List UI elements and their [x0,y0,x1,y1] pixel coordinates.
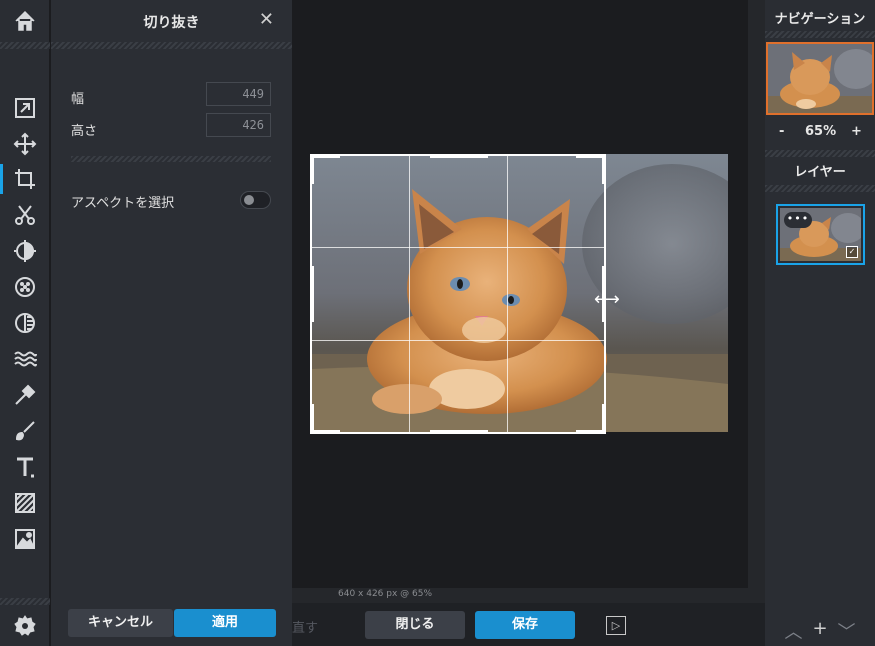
aspect-label: アスペクトを選択 [71,196,175,211]
height-input[interactable]: 426 [206,113,271,137]
zoom-in-button[interactable]: + [851,124,862,139]
crop-handle-tl[interactable] [310,154,340,158]
vertical-scrollbar[interactable] [748,0,765,603]
panel-divider-2 [71,156,271,162]
panel-toggle-icon[interactable]: ▷ [606,616,626,635]
left-toolbar [0,0,50,646]
grid-line [409,156,410,432]
arrange-icon[interactable] [0,91,50,125]
bottom-bar: 直す 閉じる 保存 ▷ [292,603,765,646]
layers-title: レイヤー [794,165,846,180]
chevron-up-icon[interactable]: ︿ [784,618,802,643]
brush-icon[interactable] [0,414,50,448]
layer-menu-icon[interactable]: ••• [784,212,812,228]
resize-cursor-icon: ⟷ [594,289,620,310]
zoom-out-button[interactable]: - [779,124,784,139]
photo-editor: 切り抜き ✕ 幅 449 高さ 426 アスペクトを選択 キャンセル 適用 ⟷ … [0,0,875,646]
layer-thumbnail: ••• ✓ [780,208,861,261]
crop-panel-title: 切り抜き [143,15,200,31]
grid-line [312,340,604,341]
zoom-level: 65% [805,124,837,139]
cancel-button[interactable]: キャンセル [68,609,173,637]
move-icon[interactable] [0,127,50,161]
home-icon[interactable] [0,4,50,38]
close-button[interactable]: 閉じる [365,611,465,639]
crop-handle-br-v[interactable] [602,404,606,434]
crop-panel-header: 切り抜き ✕ [51,0,292,42]
text-icon[interactable] [0,450,50,484]
filter-icon[interactable] [0,270,50,304]
effect-icon[interactable] [0,306,50,340]
settings-icon[interactable] [0,609,50,643]
crop-handle-tr-v[interactable] [602,154,606,184]
navigation-thumbnail[interactable] [766,42,874,115]
crop-handle-top[interactable] [430,154,488,158]
cut-icon[interactable] [0,198,50,232]
layer-item[interactable]: ••• ✓ [776,204,865,265]
crop-frame[interactable] [310,154,606,434]
crop-handle-bottom[interactable] [430,430,488,434]
canvas-status-bar: 640 x 426 px @ 65% [292,588,748,603]
crop-handle-bl-v[interactable] [310,404,314,434]
toolbar-divider [0,42,50,49]
adjust-icon[interactable] [0,234,50,268]
height-label: 高さ [71,124,98,139]
crop-icon[interactable] [0,162,50,196]
layer-actions: ︿ + ﹀ [765,618,875,643]
width-input[interactable]: 449 [206,82,271,106]
zoom-controls: - 65% + [765,124,875,144]
crop-handle-bl[interactable] [310,430,340,434]
toolbar-divider-bottom [0,598,50,605]
apply-button[interactable]: 適用 [174,609,276,637]
aspect-toggle[interactable] [240,191,271,209]
save-button[interactable]: 保存 [475,611,575,639]
crop-handle-left[interactable] [310,266,314,322]
redo-button[interactable]: 直す [292,617,318,636]
width-label: 幅 [71,92,85,107]
toggle-knob [244,195,254,205]
image-icon[interactable] [0,522,50,556]
add-layer-icon[interactable]: + [812,618,827,642]
grid-line [312,247,604,248]
crop-panel: 切り抜き ✕ 幅 449 高さ 426 アスペクトを選択 キャンセル 適用 [51,0,292,646]
image-size-text: 640 x 426 px @ 65% [338,589,433,599]
rpanel-divider-3 [765,185,875,192]
crop-handle-tl-v[interactable] [310,154,314,184]
grid-line [507,156,508,432]
liquify-icon[interactable] [0,342,50,376]
chevron-down-icon[interactable]: ﹀ [838,618,856,643]
close-icon[interactable]: ✕ [259,11,274,29]
rpanel-divider-2 [765,150,875,157]
rpanel-divider [765,31,875,38]
panel-divider [51,42,292,49]
right-panel: ナビゲーション - 65% + レイヤー ••• ✓ ︿ + ﹀ [765,0,875,646]
layer-visibility-checkbox[interactable]: ✓ [846,246,858,258]
navigation-title: ナビゲーション [774,12,866,27]
eyedropper-icon[interactable] [0,378,50,412]
pattern-icon[interactable] [0,486,50,520]
